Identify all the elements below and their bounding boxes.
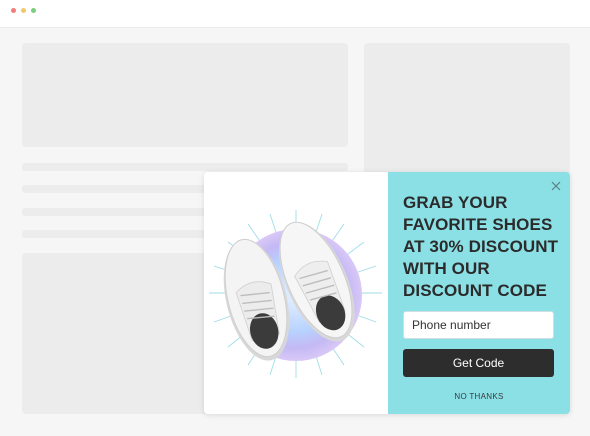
placeholder-hero-block xyxy=(22,43,348,147)
discount-popup: GRAB YOUR FAVORITE SHOES AT 30% DISCOUNT… xyxy=(204,172,570,414)
get-code-button[interactable]: Get Code xyxy=(403,349,554,377)
no-thanks-link[interactable]: NO THANKS xyxy=(388,392,570,401)
headline-line: AT 30% DISCOUNT xyxy=(403,237,559,256)
minimize-window-dot[interactable] xyxy=(21,8,26,13)
headline-line: FAVORITE SHOES xyxy=(403,215,553,234)
close-window-dot[interactable] xyxy=(11,8,16,13)
headline-line: GRAB YOUR xyxy=(403,193,508,212)
browser-window: GRAB YOUR FAVORITE SHOES AT 30% DISCOUNT… xyxy=(0,0,590,436)
phone-number-input[interactable] xyxy=(403,311,554,339)
popup-headline: GRAB YOUR FAVORITE SHOES AT 30% DISCOUNT… xyxy=(403,192,565,302)
white-sneakers-image xyxy=(209,210,382,378)
placeholder-side-block xyxy=(364,43,570,175)
close-icon[interactable] xyxy=(550,180,562,192)
popup-image-panel xyxy=(204,172,388,414)
placeholder-text-line xyxy=(22,163,348,171)
headline-line: DISCOUNT CODE xyxy=(403,281,547,300)
maximize-window-dot[interactable] xyxy=(31,8,36,13)
headline-line: WITH OUR xyxy=(403,259,490,278)
window-titlebar xyxy=(0,0,590,28)
popup-form-panel: GRAB YOUR FAVORITE SHOES AT 30% DISCOUNT… xyxy=(388,172,570,414)
